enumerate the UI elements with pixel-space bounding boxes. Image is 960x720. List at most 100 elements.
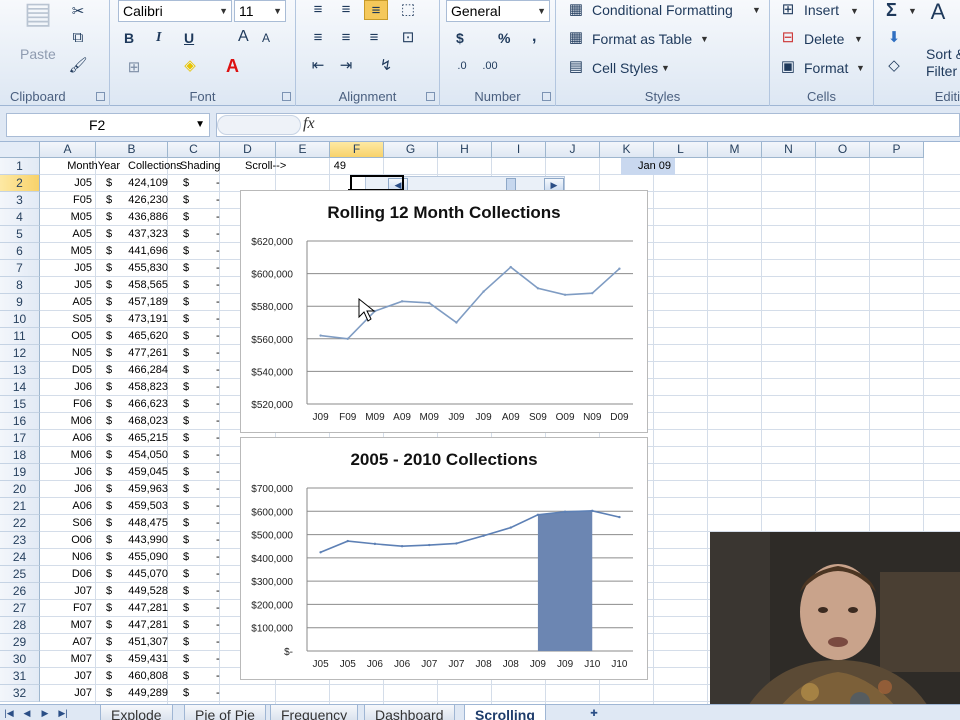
cell-shading-value[interactable]: - xyxy=(216,651,226,668)
cell-collections[interactable]: 447,281 xyxy=(112,600,168,617)
row-header-14[interactable]: 14 xyxy=(0,379,40,396)
scroll-value[interactable]: 49 xyxy=(294,158,348,175)
row-header-7[interactable]: 7 xyxy=(0,260,40,277)
row-header-5[interactable]: 5 xyxy=(0,226,40,243)
format-painter-icon[interactable]: 🖌 xyxy=(68,56,88,76)
cell-monthyear[interactable]: J05 xyxy=(40,277,92,294)
font-size-select[interactable]: 11 ▼ xyxy=(234,0,286,22)
row-header-18[interactable]: 18 xyxy=(0,447,40,464)
row-header-6[interactable]: 6 xyxy=(0,243,40,260)
column-header-e[interactable]: E xyxy=(276,142,330,158)
cell-monthyear[interactable]: F06 xyxy=(40,396,92,413)
align-middle-icon[interactable]: ≡ xyxy=(336,0,356,20)
align-right-icon[interactable]: ≡ xyxy=(364,28,384,48)
borders-icon[interactable]: ⊞ xyxy=(124,58,144,78)
comma-button[interactable]: , xyxy=(532,28,536,46)
sort-button[interactable]: Sort & xyxy=(926,46,960,62)
copy-icon[interactable]: ⧉ xyxy=(68,28,88,48)
column-header-p[interactable]: P xyxy=(870,142,924,158)
column-header-a[interactable]: A xyxy=(40,142,96,158)
row-header-1[interactable]: 1 xyxy=(0,158,40,175)
cell-monthyear[interactable]: S06 xyxy=(40,515,92,532)
cell-shading-value[interactable]: - xyxy=(216,226,226,243)
collections-2005-2010-chart[interactable]: 2005 - 2010 Collections $- $100,000 $200,0… xyxy=(240,437,648,680)
cell-shading-value[interactable]: - xyxy=(216,260,226,277)
cell-collections[interactable]: 449,528 xyxy=(112,583,168,600)
cell-monthyear[interactable]: A06 xyxy=(40,430,92,447)
cell-collections[interactable]: 437,323 xyxy=(112,226,168,243)
cell-shading-value[interactable]: - xyxy=(216,396,226,413)
align-center-icon[interactable]: ≡ xyxy=(336,28,356,48)
cell-collections[interactable]: 466,284 xyxy=(112,362,168,379)
cell-collections[interactable]: 457,189 xyxy=(112,294,168,311)
underline-button[interactable]: U xyxy=(184,30,194,46)
column-header-n[interactable]: N xyxy=(762,142,816,158)
column-header-k[interactable]: K xyxy=(600,142,654,158)
row-header-4[interactable]: 4 xyxy=(0,209,40,226)
row-header-10[interactable]: 10 xyxy=(0,311,40,328)
cut-icon[interactable]: ✂ xyxy=(68,2,88,22)
fill-icon[interactable]: ⬇ xyxy=(884,28,904,48)
insert-function-button[interactable]: fx xyxy=(303,115,315,133)
shrink-font-button[interactable]: A xyxy=(262,31,270,45)
select-all-corner[interactable] xyxy=(0,142,40,158)
row-header-21[interactable]: 21 xyxy=(0,498,40,515)
cell-shading-value[interactable]: - xyxy=(216,243,226,260)
sort-filter-icon[interactable]: A xyxy=(928,1,948,23)
row-header-13[interactable]: 13 xyxy=(0,362,40,379)
cell-shading-value[interactable]: - xyxy=(216,328,226,345)
cell-monthyear[interactable]: A07 xyxy=(40,634,92,651)
clipboard-launcher-icon[interactable] xyxy=(96,92,105,101)
cell-collections[interactable]: 448,475 xyxy=(112,515,168,532)
cell-monthyear[interactable]: A06 xyxy=(40,498,92,515)
conditional-formatting-button[interactable]: Conditional Formatting xyxy=(592,2,733,18)
cell-collections[interactable]: 441,696 xyxy=(112,243,168,260)
formula-input[interactable]: fx xyxy=(216,113,960,137)
orientation-icon[interactable]: ⬚ xyxy=(398,0,418,20)
sheet-tab-explode[interactable]: Explode xyxy=(100,705,173,720)
row-header-20[interactable]: 20 xyxy=(0,481,40,498)
format-as-table-button[interactable]: Format as Table xyxy=(592,31,692,47)
row-header-12[interactable]: 12 xyxy=(0,345,40,362)
column-header-h[interactable]: H xyxy=(438,142,492,158)
cell-monthyear[interactable]: O06 xyxy=(40,532,92,549)
cell-collections[interactable]: 465,620 xyxy=(112,328,168,345)
increase-decimal-icon[interactable]: .0 xyxy=(452,56,472,76)
cell-shading-value[interactable]: - xyxy=(216,447,226,464)
cell-collections[interactable]: 443,990 xyxy=(112,532,168,549)
cell-styles-button[interactable]: Cell Styles xyxy=(592,60,658,76)
cell-shading-value[interactable]: - xyxy=(216,464,226,481)
cell-collections[interactable]: 445,070 xyxy=(112,566,168,583)
cell-monthyear[interactable]: J06 xyxy=(40,464,92,481)
row-header-27[interactable]: 27 xyxy=(0,600,40,617)
decrease-indent-icon[interactable]: ⇤ xyxy=(308,56,328,76)
font-color-button[interactable]: A xyxy=(226,56,239,77)
paste-button[interactable]: Paste xyxy=(20,46,56,62)
cell-collections[interactable]: 459,431 xyxy=(112,651,168,668)
cell-monthyear[interactable]: N06 xyxy=(40,549,92,566)
alignment-launcher-icon[interactable] xyxy=(426,92,435,101)
cell-shading-value[interactable]: - xyxy=(216,345,226,362)
cell-collections[interactable]: 458,565 xyxy=(112,277,168,294)
cell-monthyear[interactable]: S05 xyxy=(40,311,92,328)
row-header-32[interactable]: 32 xyxy=(0,685,40,702)
cell-collections[interactable]: 455,830 xyxy=(112,260,168,277)
grow-font-button[interactable]: A xyxy=(238,28,249,46)
font-name-select[interactable]: Calibri ▼ xyxy=(118,0,232,22)
column-header-g[interactable]: G xyxy=(384,142,438,158)
column-header-f[interactable]: F xyxy=(330,142,384,158)
cell-monthyear[interactable]: F05 xyxy=(40,192,92,209)
cell-monthyear[interactable]: M06 xyxy=(40,447,92,464)
align-top-icon[interactable]: ≡ xyxy=(308,0,328,20)
cell-shading-value[interactable]: - xyxy=(216,175,226,192)
column-header-o[interactable]: O xyxy=(816,142,870,158)
filter-button[interactable]: Filter xyxy=(926,63,957,79)
cell-shading-value[interactable]: - xyxy=(216,566,226,583)
sheet-tab-scrolling[interactable]: Scrolling xyxy=(464,705,546,720)
cell-collections[interactable]: 459,503 xyxy=(112,498,168,515)
last-sheet-icon[interactable]: ▶| xyxy=(56,706,70,720)
row-header-16[interactable]: 16 xyxy=(0,413,40,430)
cell-shading-value[interactable]: - xyxy=(216,192,226,209)
row-header-29[interactable]: 29 xyxy=(0,634,40,651)
cell-shading-value[interactable]: - xyxy=(216,583,226,600)
